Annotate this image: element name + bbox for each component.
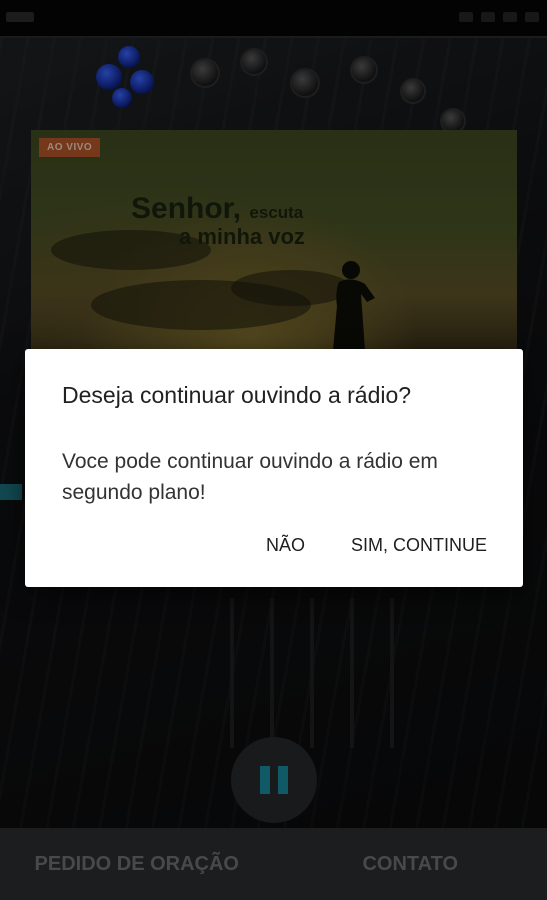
dialog-actions: NÃO SIM, CONTINUE [266, 535, 487, 556]
yes-continue-button[interactable]: SIM, CONTINUE [351, 535, 487, 556]
dialog-message: Voce pode continuar ouvindo a rádio em s… [62, 450, 438, 504]
dialog-title: Deseja continuar ouvindo a rádio? [62, 382, 412, 408]
app-screen: AO VIVO Senhor, escuta a minha voz PEDID… [0, 0, 547, 900]
continue-listening-dialog: Deseja continuar ouvindo a rádio? Voce p… [25, 349, 523, 587]
no-button[interactable]: NÃO [266, 535, 305, 556]
